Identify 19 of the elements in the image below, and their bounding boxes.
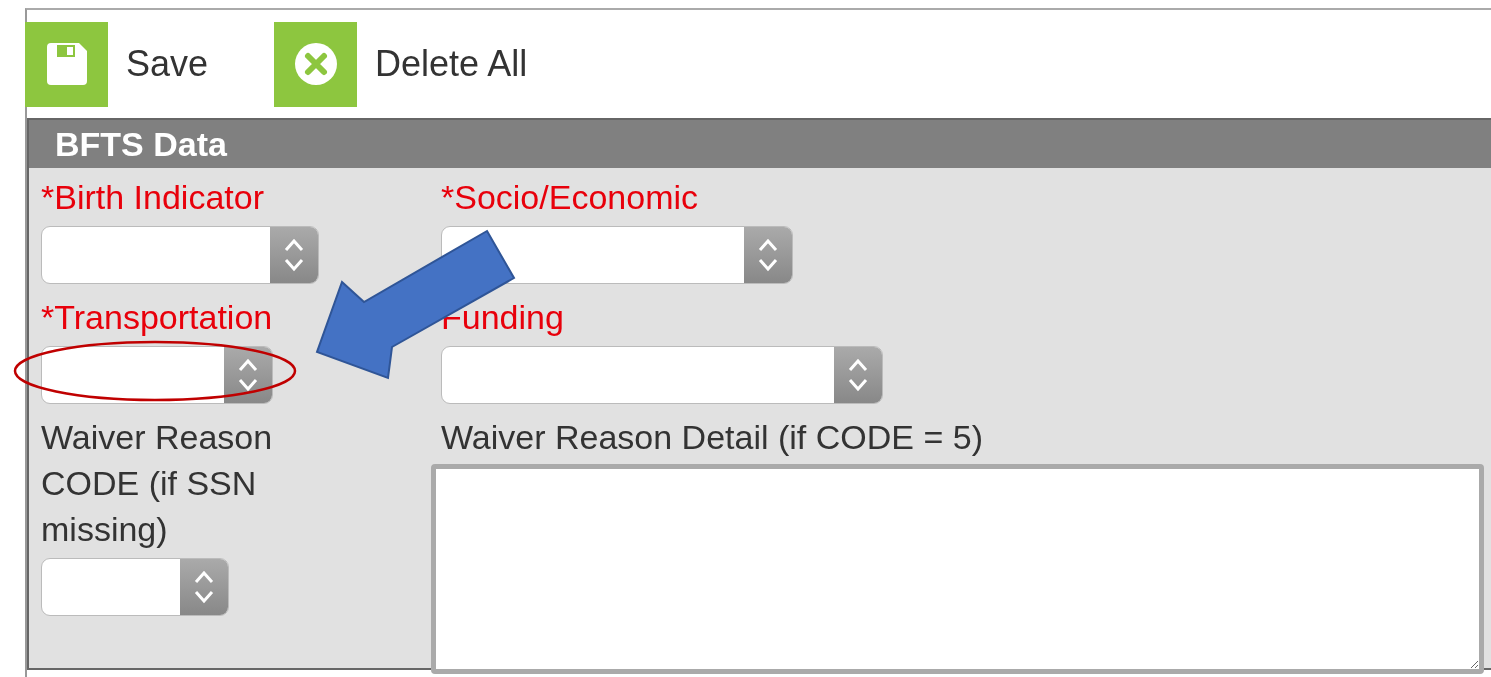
text-area[interactable] bbox=[431, 464, 1484, 674]
up-down-chevron-icon bbox=[283, 236, 305, 274]
up-down-chevron-icon bbox=[847, 356, 869, 394]
select-field[interactable] bbox=[41, 346, 273, 404]
select-field[interactable] bbox=[41, 226, 319, 284]
delete-all-button[interactable]: Delete All bbox=[274, 21, 528, 107]
up-down-chevron-icon bbox=[193, 568, 215, 606]
field-label: Waiver Reason Detail (if CODE = 5) bbox=[441, 417, 984, 458]
up-down-chevron-icon bbox=[757, 236, 779, 274]
field-label: *Socio/Economic bbox=[441, 177, 699, 218]
close-circle-icon bbox=[293, 42, 338, 86]
select-field[interactable] bbox=[41, 558, 229, 616]
field-label: *Birth Indicator bbox=[41, 177, 265, 218]
save-button[interactable]: Save bbox=[25, 21, 209, 107]
select-field[interactable] bbox=[441, 346, 883, 404]
field-label: *Transportation bbox=[41, 297, 274, 338]
field-label: Waiver Reason CODE (if SSN missing) bbox=[41, 417, 274, 550]
panel-title: BFTS Data bbox=[29, 120, 1491, 168]
up-down-chevron-icon bbox=[237, 356, 259, 394]
